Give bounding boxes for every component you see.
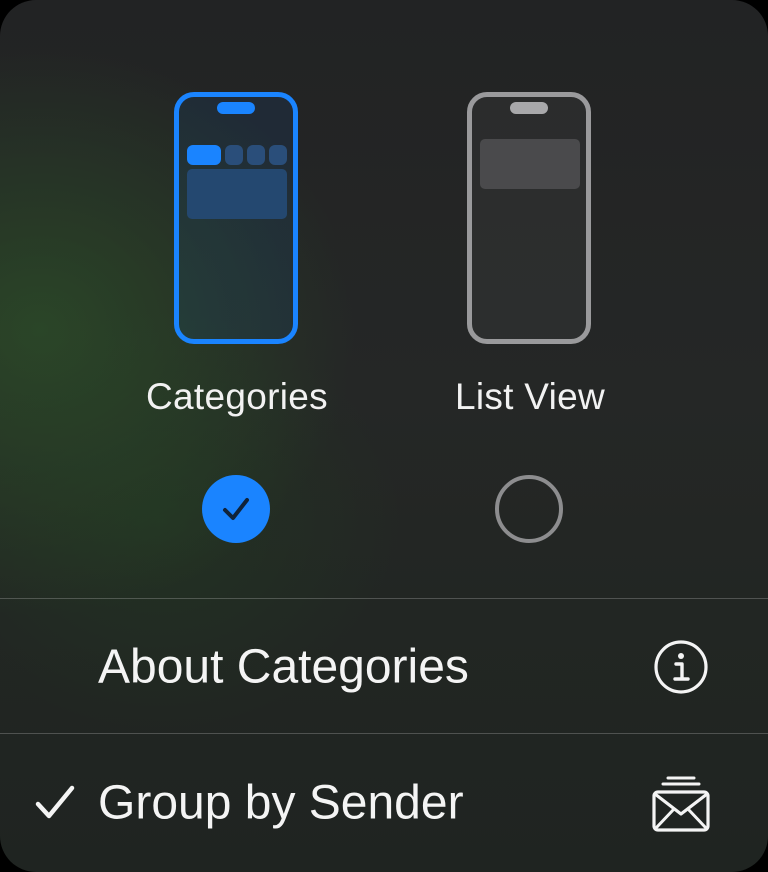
stacked-envelopes-icon [652,776,710,832]
phone-notch [217,102,255,114]
category-tab-chip [247,145,265,165]
phone-notch [510,102,548,114]
category-tab-chip [225,145,243,165]
option-list-view[interactable]: List View [405,90,655,560]
message-card [480,139,580,189]
group-by-sender-menu-item[interactable]: Group by Sender [0,734,768,872]
list-view-radio-unchecked[interactable] [495,475,563,543]
categories-phone-illustration [174,92,298,344]
view-options: Categories List View [0,0,768,598]
info-circle-icon [654,639,708,694]
list-view-phone-illustration [467,92,591,344]
about-categories-menu-item[interactable]: About Categories [0,599,768,734]
checkmark-icon [223,498,249,520]
mail-view-menu: Categories List View About Categories Gr… [0,0,768,872]
categories-radio-checked[interactable] [202,475,270,543]
checkmark-icon [35,785,75,819]
option-label-categories: Categories [146,376,328,417]
message-card [187,169,287,219]
about-categories-label: About Categories [98,640,469,693]
group-by-sender-label: Group by Sender [98,776,464,830]
option-label-list-view: List View [454,376,606,417]
option-categories[interactable]: Categories [112,90,362,560]
category-tab-chip [269,145,287,165]
category-tab-chip [187,145,221,165]
